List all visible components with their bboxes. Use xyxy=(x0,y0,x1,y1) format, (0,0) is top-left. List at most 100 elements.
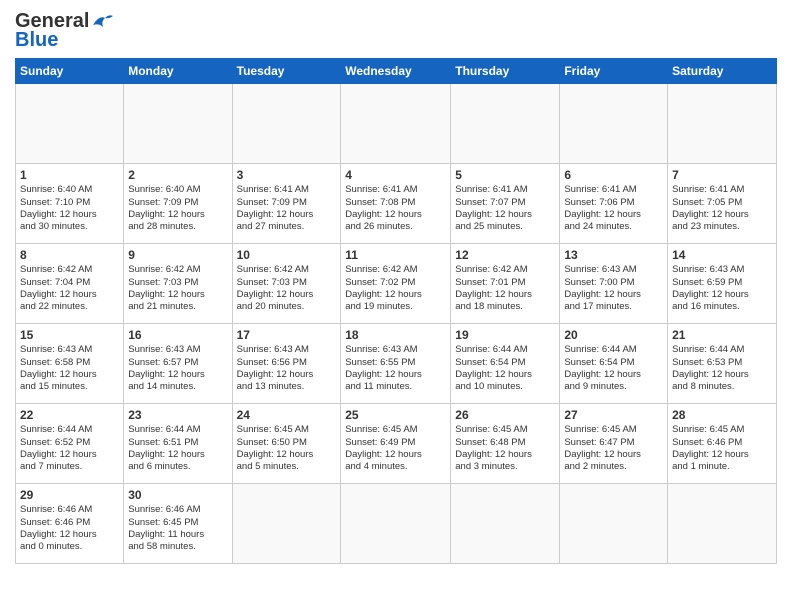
calendar-cell: 12Sunrise: 6:42 AM Sunset: 7:01 PM Dayli… xyxy=(451,244,560,324)
calendar-cell: 29Sunrise: 6:46 AM Sunset: 6:46 PM Dayli… xyxy=(16,484,124,564)
day-number: 15 xyxy=(20,327,119,343)
calendar-cell xyxy=(232,84,341,164)
calendar-week-1: 1Sunrise: 6:40 AM Sunset: 7:10 PM Daylig… xyxy=(16,164,777,244)
day-number: 28 xyxy=(672,407,772,423)
day-number: 25 xyxy=(345,407,446,423)
day-number: 16 xyxy=(128,327,227,343)
calendar-cell: 19Sunrise: 6:44 AM Sunset: 6:54 PM Dayli… xyxy=(451,324,560,404)
day-number: 30 xyxy=(128,487,227,503)
calendar-cell xyxy=(668,484,777,564)
header-cell-friday: Friday xyxy=(560,59,668,84)
calendar-cell xyxy=(560,484,668,564)
day-number: 20 xyxy=(564,327,663,343)
calendar-cell: 25Sunrise: 6:45 AM Sunset: 6:49 PM Dayli… xyxy=(341,404,451,484)
day-info: Sunrise: 6:45 AM Sunset: 6:48 PM Dayligh… xyxy=(455,424,555,473)
calendar-cell xyxy=(668,84,777,164)
calendar-cell: 7Sunrise: 6:41 AM Sunset: 7:05 PM Daylig… xyxy=(668,164,777,244)
calendar-cell: 15Sunrise: 6:43 AM Sunset: 6:58 PM Dayli… xyxy=(16,324,124,404)
day-info: Sunrise: 6:45 AM Sunset: 6:47 PM Dayligh… xyxy=(564,424,663,473)
day-number: 7 xyxy=(672,167,772,183)
day-number: 27 xyxy=(564,407,663,423)
calendar-cell xyxy=(560,84,668,164)
day-info: Sunrise: 6:43 AM Sunset: 7:00 PM Dayligh… xyxy=(564,264,663,313)
day-number: 6 xyxy=(564,167,663,183)
calendar-week-2: 8Sunrise: 6:42 AM Sunset: 7:04 PM Daylig… xyxy=(16,244,777,324)
day-info: Sunrise: 6:42 AM Sunset: 7:01 PM Dayligh… xyxy=(455,264,555,313)
day-info: Sunrise: 6:41 AM Sunset: 7:08 PM Dayligh… xyxy=(345,184,446,233)
day-info: Sunrise: 6:41 AM Sunset: 7:07 PM Dayligh… xyxy=(455,184,555,233)
day-number: 18 xyxy=(345,327,446,343)
calendar-cell: 23Sunrise: 6:44 AM Sunset: 6:51 PM Dayli… xyxy=(124,404,232,484)
day-info: Sunrise: 6:45 AM Sunset: 6:46 PM Dayligh… xyxy=(672,424,772,473)
calendar-cell: 20Sunrise: 6:44 AM Sunset: 6:54 PM Dayli… xyxy=(560,324,668,404)
header-cell-saturday: Saturday xyxy=(668,59,777,84)
header-cell-sunday: Sunday xyxy=(16,59,124,84)
calendar-cell: 16Sunrise: 6:43 AM Sunset: 6:57 PM Dayli… xyxy=(124,324,232,404)
calendar-cell: 30Sunrise: 6:46 AM Sunset: 6:45 PM Dayli… xyxy=(124,484,232,564)
day-number: 29 xyxy=(20,487,119,503)
calendar-cell xyxy=(451,84,560,164)
day-number: 9 xyxy=(128,247,227,263)
calendar-cell xyxy=(341,84,451,164)
day-number: 21 xyxy=(672,327,772,343)
calendar-cell: 27Sunrise: 6:45 AM Sunset: 6:47 PM Dayli… xyxy=(560,404,668,484)
logo-blue: Blue xyxy=(15,29,58,52)
day-info: Sunrise: 6:41 AM Sunset: 7:05 PM Dayligh… xyxy=(672,184,772,233)
day-info: Sunrise: 6:44 AM Sunset: 6:54 PM Dayligh… xyxy=(455,344,555,393)
calendar-cell: 6Sunrise: 6:41 AM Sunset: 7:06 PM Daylig… xyxy=(560,164,668,244)
day-info: Sunrise: 6:46 AM Sunset: 6:46 PM Dayligh… xyxy=(20,504,119,553)
logo-bird-icon xyxy=(91,13,113,31)
calendar-cell: 13Sunrise: 6:43 AM Sunset: 7:00 PM Dayli… xyxy=(560,244,668,324)
calendar-cell: 22Sunrise: 6:44 AM Sunset: 6:52 PM Dayli… xyxy=(16,404,124,484)
calendar-week-0 xyxy=(16,84,777,164)
calendar-cell: 10Sunrise: 6:42 AM Sunset: 7:03 PM Dayli… xyxy=(232,244,341,324)
calendar-body: 1Sunrise: 6:40 AM Sunset: 7:10 PM Daylig… xyxy=(16,84,777,564)
calendar-week-5: 29Sunrise: 6:46 AM Sunset: 6:46 PM Dayli… xyxy=(16,484,777,564)
header-cell-thursday: Thursday xyxy=(451,59,560,84)
day-info: Sunrise: 6:43 AM Sunset: 6:56 PM Dayligh… xyxy=(237,344,337,393)
calendar-cell xyxy=(16,84,124,164)
page-header: General Blue xyxy=(15,10,777,52)
day-info: Sunrise: 6:44 AM Sunset: 6:54 PM Dayligh… xyxy=(564,344,663,393)
calendar-cell xyxy=(232,484,341,564)
day-number: 11 xyxy=(345,247,446,263)
day-number: 22 xyxy=(20,407,119,423)
day-number: 13 xyxy=(564,247,663,263)
day-number: 17 xyxy=(237,327,337,343)
calendar-cell: 17Sunrise: 6:43 AM Sunset: 6:56 PM Dayli… xyxy=(232,324,341,404)
day-info: Sunrise: 6:42 AM Sunset: 7:03 PM Dayligh… xyxy=(128,264,227,313)
calendar-table: SundayMondayTuesdayWednesdayThursdayFrid… xyxy=(15,58,777,564)
day-number: 12 xyxy=(455,247,555,263)
calendar-cell: 26Sunrise: 6:45 AM Sunset: 6:48 PM Dayli… xyxy=(451,404,560,484)
calendar-cell xyxy=(341,484,451,564)
calendar-cell: 28Sunrise: 6:45 AM Sunset: 6:46 PM Dayli… xyxy=(668,404,777,484)
day-number: 24 xyxy=(237,407,337,423)
calendar-cell: 4Sunrise: 6:41 AM Sunset: 7:08 PM Daylig… xyxy=(341,164,451,244)
day-number: 3 xyxy=(237,167,337,183)
day-info: Sunrise: 6:44 AM Sunset: 6:51 PM Dayligh… xyxy=(128,424,227,473)
header-cell-tuesday: Tuesday xyxy=(232,59,341,84)
calendar-header: SundayMondayTuesdayWednesdayThursdayFrid… xyxy=(16,59,777,84)
day-info: Sunrise: 6:42 AM Sunset: 7:03 PM Dayligh… xyxy=(237,264,337,313)
day-info: Sunrise: 6:42 AM Sunset: 7:02 PM Dayligh… xyxy=(345,264,446,313)
day-info: Sunrise: 6:43 AM Sunset: 6:58 PM Dayligh… xyxy=(20,344,119,393)
day-number: 5 xyxy=(455,167,555,183)
day-info: Sunrise: 6:40 AM Sunset: 7:10 PM Dayligh… xyxy=(20,184,119,233)
day-info: Sunrise: 6:43 AM Sunset: 6:55 PM Dayligh… xyxy=(345,344,446,393)
day-number: 10 xyxy=(237,247,337,263)
calendar-cell: 9Sunrise: 6:42 AM Sunset: 7:03 PM Daylig… xyxy=(124,244,232,324)
calendar-cell xyxy=(124,84,232,164)
day-info: Sunrise: 6:41 AM Sunset: 7:06 PM Dayligh… xyxy=(564,184,663,233)
logo: General Blue xyxy=(15,10,113,52)
calendar-cell xyxy=(451,484,560,564)
calendar-cell: 11Sunrise: 6:42 AM Sunset: 7:02 PM Dayli… xyxy=(341,244,451,324)
calendar-cell: 14Sunrise: 6:43 AM Sunset: 6:59 PM Dayli… xyxy=(668,244,777,324)
day-info: Sunrise: 6:40 AM Sunset: 7:09 PM Dayligh… xyxy=(128,184,227,233)
day-number: 23 xyxy=(128,407,227,423)
calendar-cell: 24Sunrise: 6:45 AM Sunset: 6:50 PM Dayli… xyxy=(232,404,341,484)
day-info: Sunrise: 6:41 AM Sunset: 7:09 PM Dayligh… xyxy=(237,184,337,233)
day-info: Sunrise: 6:45 AM Sunset: 6:50 PM Dayligh… xyxy=(237,424,337,473)
header-cell-wednesday: Wednesday xyxy=(341,59,451,84)
day-number: 26 xyxy=(455,407,555,423)
calendar-cell: 21Sunrise: 6:44 AM Sunset: 6:53 PM Dayli… xyxy=(668,324,777,404)
